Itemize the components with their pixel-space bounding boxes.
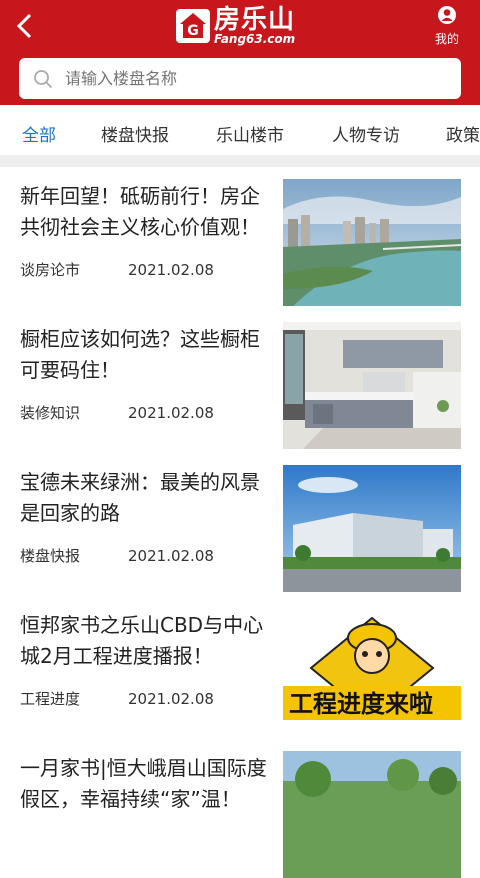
logo-domain: Fang63.com [214, 32, 296, 46]
article-date: 2021.02.08 [128, 261, 214, 279]
category-tabs: 全部 楼盘快报 乐山楼市 人物专访 政策 [0, 105, 480, 155]
list-item[interactable]: 恒邦家书之乐山CBD与中心城2月工程进度播报！ 工程进度 2021.02.08 工… [0, 596, 480, 735]
article-category: 楼盘快报 [20, 547, 81, 565]
list-item[interactable]: 一月家书|恒大峨眉山国际度假区，幸福持续“家”温！ [0, 739, 480, 878]
article-thumbnail [283, 179, 461, 306]
article-thumbnail [283, 322, 461, 449]
logo-title: 房乐山 [214, 5, 296, 35]
tab-leshan-market[interactable]: 乐山楼市 [216, 121, 284, 146]
back-button[interactable] [10, 10, 42, 42]
svg-text:G: G [187, 23, 199, 39]
article-title: 一月家书|恒大峨眉山国际度假区，幸福持续“家”温！ [20, 756, 267, 811]
article-title: 恒邦家书之乐山CBD与中心城2月工程进度播报！ [20, 613, 264, 668]
article-date: 2021.02.08 [128, 547, 214, 565]
list-item[interactable]: 宝德未来绿洲：最美的风景是回家的路 楼盘快报 2021.02.08 [0, 453, 480, 592]
search-bar[interactable] [19, 58, 461, 99]
article-thumbnail [283, 751, 461, 878]
section-divider [0, 155, 480, 167]
site-logo[interactable]: G 房乐山 Fang63.com [176, 7, 295, 45]
article-meta: 装修知识 2021.02.08 [20, 402, 214, 423]
article-category: 装修知识 [20, 404, 81, 422]
article-meta: 谈房论市 2021.02.08 [20, 259, 214, 280]
tab-all[interactable]: 全部 [22, 121, 56, 146]
article-meta: 楼盘快报 2021.02.08 [20, 545, 214, 566]
tab-project-news[interactable]: 楼盘快报 [101, 121, 169, 146]
article-meta: 工程进度 2021.02.08 [20, 688, 214, 709]
user-icon [438, 6, 456, 24]
article-title: 宝德未来绿洲：最美的风景是回家的路 [20, 470, 260, 525]
list-item[interactable]: 新年回望！砥砺前行！房企共彻社会主义核心价值观！ 谈房论市 2021.02.08 [0, 167, 480, 306]
logo-house-icon: G [176, 9, 210, 43]
app-header: G 房乐山 Fang63.com 我的 [0, 0, 480, 105]
tab-interviews[interactable]: 人物专访 [332, 121, 400, 146]
article-category: 工程进度 [20, 690, 81, 708]
tab-policy[interactable]: 政策 [446, 121, 480, 146]
article-category: 谈房论市 [20, 261, 81, 279]
article-thumbnail: 工程进度来啦 [283, 608, 461, 735]
article-thumbnail [283, 465, 461, 592]
article-title: 橱柜应该如何选？这些橱柜可要码住！ [20, 327, 260, 382]
mine-button[interactable]: 我的 [432, 5, 462, 47]
article-title: 新年回望！砥砺前行！房企共彻社会主义核心价值观！ [20, 184, 260, 239]
article-date: 2021.02.08 [128, 404, 214, 422]
progress-banner-text: 工程进度来啦 [289, 690, 433, 718]
search-icon [34, 69, 53, 88]
mine-label: 我的 [434, 32, 459, 46]
back-arrow-icon [16, 13, 32, 39]
search-input[interactable] [63, 68, 427, 89]
list-item[interactable]: 橱柜应该如何选？这些橱柜可要码住！ 装修知识 2021.02.08 [0, 310, 480, 449]
article-date: 2021.02.08 [128, 690, 214, 708]
